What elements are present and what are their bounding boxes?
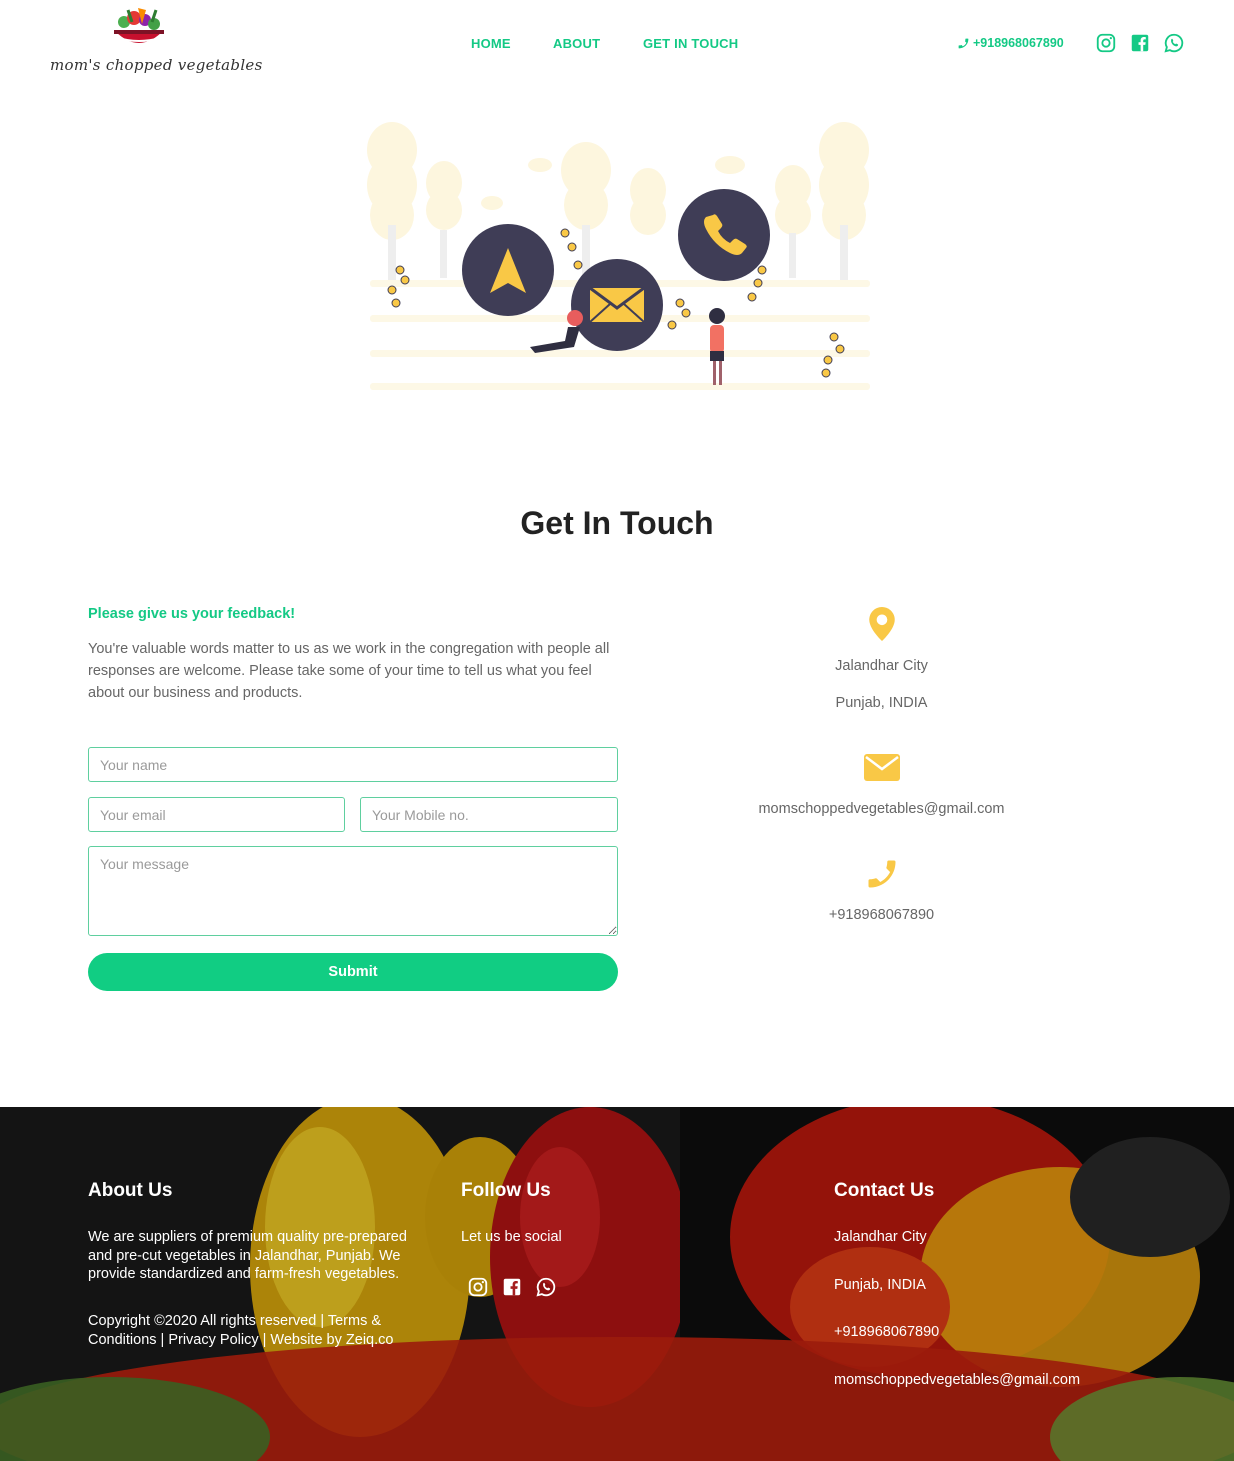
header-social-links xyxy=(1095,32,1185,54)
footer-about-heading: About Us xyxy=(88,1180,173,1201)
feedback-heading: Please give us your feedback! xyxy=(88,606,296,622)
mail-circle xyxy=(571,259,663,351)
footer-city: Jalandhar City xyxy=(834,1229,927,1245)
contact-illustration xyxy=(367,122,870,390)
feedback-description: You're valuable words matter to us as we… xyxy=(88,641,610,701)
phone-yellow-icon xyxy=(740,856,1023,897)
footer-copyright[interactable]: Copyright ©2020 All rights reserved | Te… xyxy=(88,1312,408,1349)
header-phone-text: +918968067890 xyxy=(973,36,1064,50)
footer-email[interactable]: momschoppedvegetables@gmail.com xyxy=(834,1371,1080,1390)
instagram-icon[interactable] xyxy=(467,1276,489,1298)
envelope-icon xyxy=(740,754,1023,786)
header-phone-link[interactable]: +918968067890 xyxy=(957,36,1064,50)
footer-about-text: We are suppliers of premium quality pre-… xyxy=(88,1229,407,1282)
message-textarea[interactable] xyxy=(88,846,618,936)
phone-icon xyxy=(958,38,969,48)
background-trees xyxy=(367,122,869,280)
submit-button[interactable]: Submit xyxy=(88,953,618,991)
footer-follow-heading: Follow Us xyxy=(461,1180,551,1201)
nav-get-in-touch[interactable]: GET IN TOUCH xyxy=(643,36,738,51)
brand-logo[interactable]: mom's chopped vegetables xyxy=(46,4,262,84)
footer-contact-heading: Contact Us xyxy=(834,1180,935,1201)
facebook-icon[interactable] xyxy=(1129,32,1151,54)
contact-email[interactable]: momschoppedvegetables@gmail.com xyxy=(740,801,1023,817)
location-pin-icon xyxy=(740,607,1023,646)
mobile-input[interactable] xyxy=(360,797,618,832)
name-input[interactable] xyxy=(88,747,618,782)
nav-about[interactable]: ABOUT xyxy=(553,36,600,51)
vegetables-background-image xyxy=(0,1107,1234,1461)
page-title: Get In Touch xyxy=(520,505,714,541)
site-header: mom's chopped vegetables HOME ABOUT GET … xyxy=(0,0,1234,90)
phone-circle xyxy=(678,189,770,281)
nav-home[interactable]: HOME xyxy=(471,36,511,51)
site-footer: About Us We are suppliers of premium qua… xyxy=(0,1107,1234,1461)
whatsapp-icon[interactable] xyxy=(535,1276,557,1298)
footer-social-links xyxy=(467,1276,557,1298)
logo-text: mom's chopped vegetables xyxy=(50,56,263,74)
whatsapp-icon[interactable] xyxy=(1163,32,1185,54)
person-standing xyxy=(709,308,725,385)
contact-city: Jalandhar City xyxy=(835,658,928,674)
footer-follow-text: Let us be social xyxy=(461,1229,562,1245)
contact-phone[interactable]: +918968067890 xyxy=(740,907,1023,923)
footer-phone[interactable]: +918968067890 xyxy=(834,1323,939,1342)
contact-state: Punjab, INDIA xyxy=(835,695,928,711)
location-circle xyxy=(462,224,554,316)
instagram-icon[interactable] xyxy=(1095,32,1117,54)
salad-bowl-icon xyxy=(114,8,164,47)
email-input[interactable] xyxy=(88,797,345,832)
facebook-icon[interactable] xyxy=(501,1276,523,1298)
footer-state: Punjab, INDIA xyxy=(834,1277,926,1293)
